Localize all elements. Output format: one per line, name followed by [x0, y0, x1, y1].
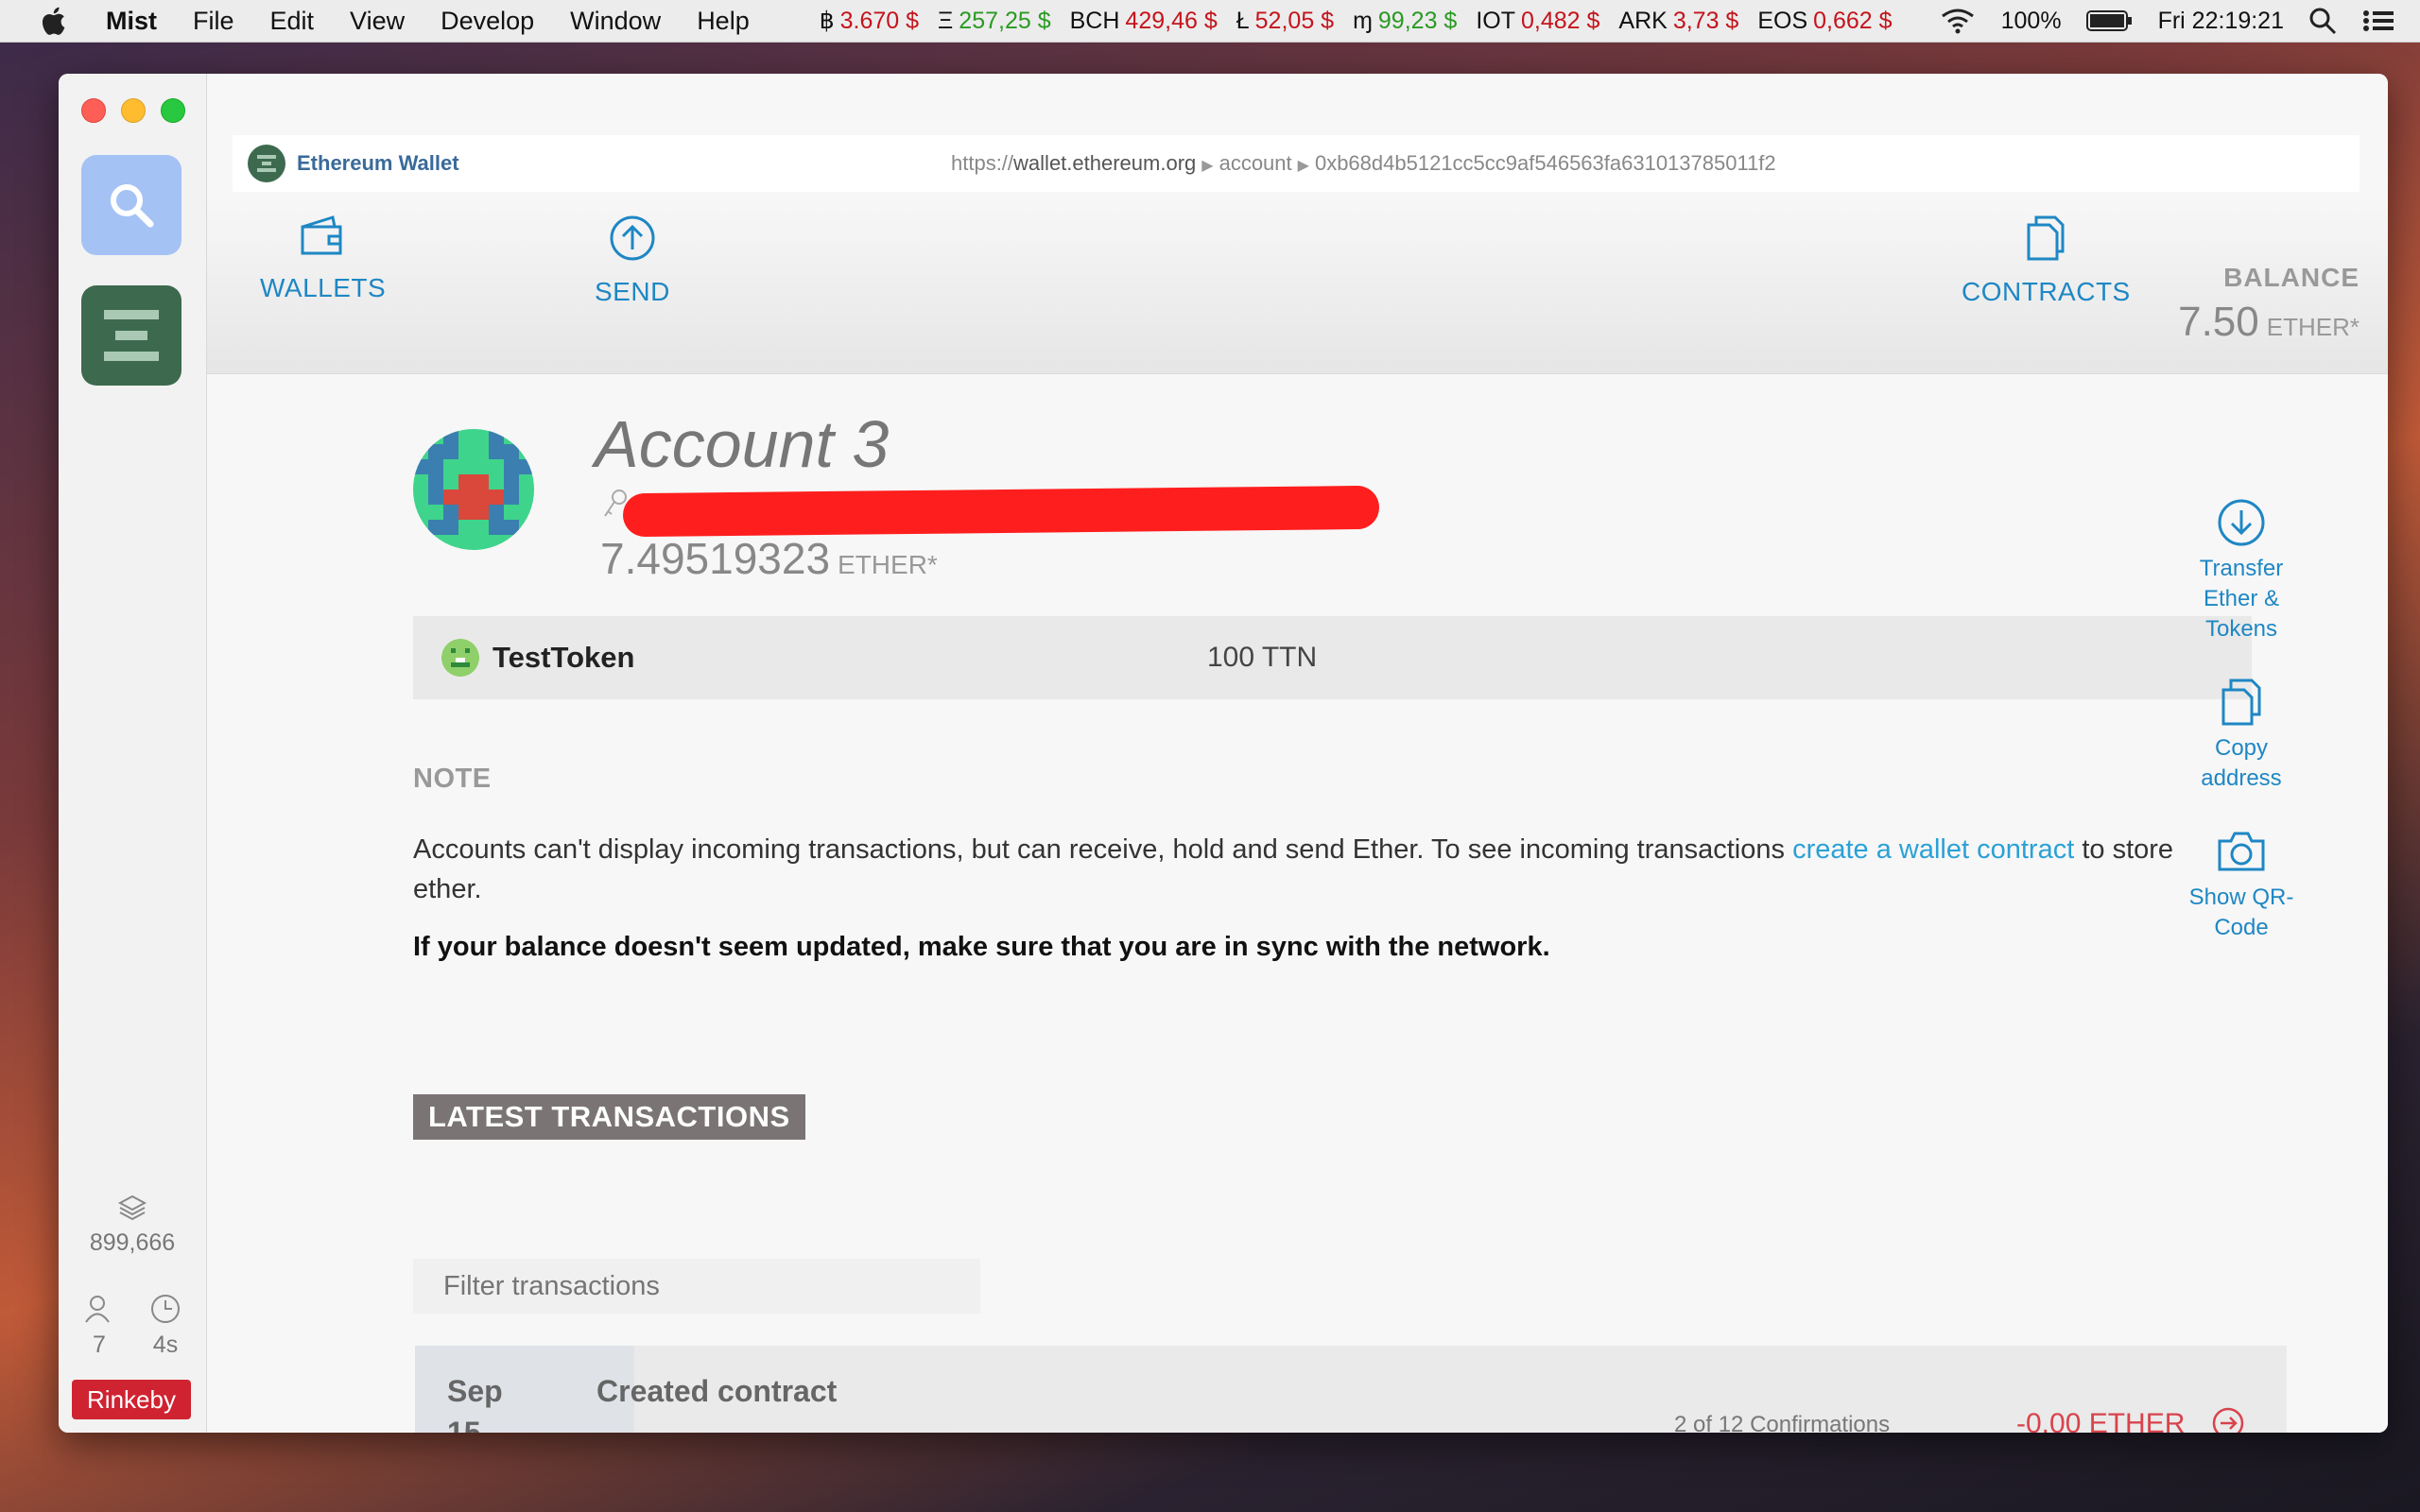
main-pane: Ethereum Wallet https://wallet.ethereum.… — [207, 74, 2388, 1433]
wallet-tab-button[interactable] — [81, 285, 182, 386]
menu-bar: Mist File Edit View Develop Window Help … — [0, 0, 2420, 43]
peer-time-stats: 7 4s — [59, 1293, 206, 1359]
transaction-confirmations: 2 of 12 Confirmations — [1674, 1412, 1891, 1433]
last-block-stat: 4s — [132, 1293, 199, 1359]
network-badge[interactable]: Rinkeby — [72, 1380, 191, 1419]
transaction-amount: -0.00 ETHER — [2016, 1408, 2186, 1433]
token-row[interactable]: TestToken 100 TTN — [413, 616, 2252, 699]
status-tray: 100% Fri 22:19:21 — [1939, 0, 2420, 42]
balance-value: 7.50 ETHER* — [2178, 299, 2360, 345]
clock-icon — [151, 1295, 180, 1323]
account-balance: 7.49519323 ETHER* — [600, 534, 938, 583]
balance-caption: BALANCE — [2223, 263, 2360, 292]
ticker-item: ARK 3,73 $ — [1618, 7, 1739, 34]
battery-icon[interactable] — [2085, 9, 2134, 33]
url-bar[interactable]: Ethereum Wallet https://wallet.ethereum.… — [233, 135, 2360, 192]
account-actions: Transfer Ether & Tokens Copy address Sho… — [2180, 497, 2303, 975]
nav-send[interactable]: SEND — [595, 214, 670, 307]
ticker-item: EOS 0,662 $ — [1757, 7, 1893, 34]
total-balance: BALANCE 7.50 ETHER* — [2178, 263, 2360, 346]
zoom-window-button[interactable] — [161, 98, 185, 123]
menu-help[interactable]: Help — [697, 7, 750, 36]
copy-address-button[interactable]: Copy address — [2180, 677, 2303, 794]
nav-wallets[interactable]: WALLETS — [260, 214, 386, 303]
transaction-title: Created contract — [596, 1374, 838, 1408]
window-controls — [81, 98, 200, 123]
peer-count: 7 — [93, 1332, 106, 1358]
token-amount: 100 TTN — [1207, 642, 1318, 673]
account-identicon — [413, 429, 534, 550]
latest-transactions-heading: LATEST TRANSACTIONS — [413, 1094, 805, 1140]
note-heading: NOTE — [413, 764, 492, 794]
wallet-icon — [301, 215, 342, 255]
note-text: Accounts can't display incoming transact… — [413, 834, 2174, 904]
breadcrumb-arrow-icon: ▶ — [1297, 158, 1309, 174]
ticker-item: BCH 429,46 $ — [1069, 7, 1218, 34]
ticker-item: Ł 52,05 $ — [1236, 7, 1335, 34]
ticker-item: ฿ 3.670 $ — [819, 8, 920, 34]
copy-document-icon — [2221, 679, 2261, 726]
ticker-item: IOT 0,482 $ — [1476, 7, 1600, 34]
menu-file[interactable]: File — [193, 7, 234, 36]
ethereum-wallet-logo-icon — [248, 145, 285, 182]
sidebar: 899,666 7 4s Rinkeby — [59, 74, 207, 1433]
browser-tab-button[interactable] — [81, 155, 182, 255]
nav-contracts[interactable]: CONTRACTS — [1962, 214, 2131, 307]
clock[interactable]: Fri 22:19:21 — [2158, 8, 2284, 35]
transfer-ether-tokens-button[interactable]: Transfer Ether & Tokens — [2180, 497, 2303, 644]
menu-edit[interactable]: Edit — [270, 7, 315, 36]
transaction-row[interactable]: Sep 15 Created contract 2 of 12 Confirma… — [415, 1346, 2287, 1433]
breadcrumb-arrow-icon: ▶ — [1201, 158, 1214, 174]
filter-transactions-input[interactable] — [413, 1259, 980, 1314]
ticker-item: ɱ 99,23 $ — [1353, 7, 1458, 34]
ticker-item: Ξ 257,25 $ — [938, 7, 1051, 34]
redacted-address — [622, 485, 1380, 538]
spotlight-search-icon[interactable] — [2308, 7, 2337, 35]
site-name: Ethereum Wallet — [297, 151, 459, 175]
create-wallet-contract-link[interactable]: create a wallet contract — [1792, 834, 2074, 865]
wifi-icon[interactable] — [1939, 7, 1977, 35]
close-window-button[interactable] — [81, 98, 106, 123]
mist-window: 899,666 7 4s Rinkeby Ethereum Wallet htt… — [59, 74, 2388, 1433]
search-icon — [111, 184, 154, 228]
minimize-window-button[interactable] — [121, 98, 146, 123]
apple-icon[interactable] — [38, 4, 72, 38]
block-number: 899,666 — [89, 1229, 176, 1256]
send-arrow-icon — [610, 215, 655, 261]
crypto-ticker[interactable]: ฿ 3.670 $ Ξ 257,25 $ BCH 429,46 $ Ł 52,05 $ … — [820, 7, 1911, 35]
camera-icon — [2218, 832, 2265, 871]
ethereum-wallet-icon — [104, 310, 159, 361]
peer-stat: 7 — [66, 1293, 132, 1359]
last-block-time: 4s — [152, 1332, 179, 1358]
url-path: https://wallet.ethereum.org ▶ account ▶ 0xb6… — [951, 151, 1776, 175]
token-icon — [441, 639, 479, 677]
battery-percent: 100% — [2000, 7, 2062, 34]
download-circle-icon — [2218, 499, 2265, 546]
sync-warning: If your balance doesn't seem updated, ma… — [413, 932, 1550, 962]
layers-icon — [117, 1194, 147, 1221]
show-qr-code-button[interactable]: Show QR-Code — [2180, 826, 2303, 943]
token-name: TestToken — [493, 641, 635, 674]
peers-icon — [85, 1296, 110, 1323]
menu-list-icon[interactable] — [2361, 7, 2395, 35]
arrow-circle-right-icon[interactable] — [2211, 1406, 2245, 1433]
block-stat: 899,666 — [59, 1193, 206, 1257]
contracts-icon — [2027, 215, 2065, 261]
menu-app-name[interactable]: Mist — [106, 7, 157, 36]
account-name[interactable]: Account 3 — [595, 406, 889, 482]
menu-view[interactable]: View — [350, 7, 405, 36]
menu-window[interactable]: Window — [570, 7, 661, 36]
menu-develop[interactable]: Develop — [441, 7, 534, 36]
